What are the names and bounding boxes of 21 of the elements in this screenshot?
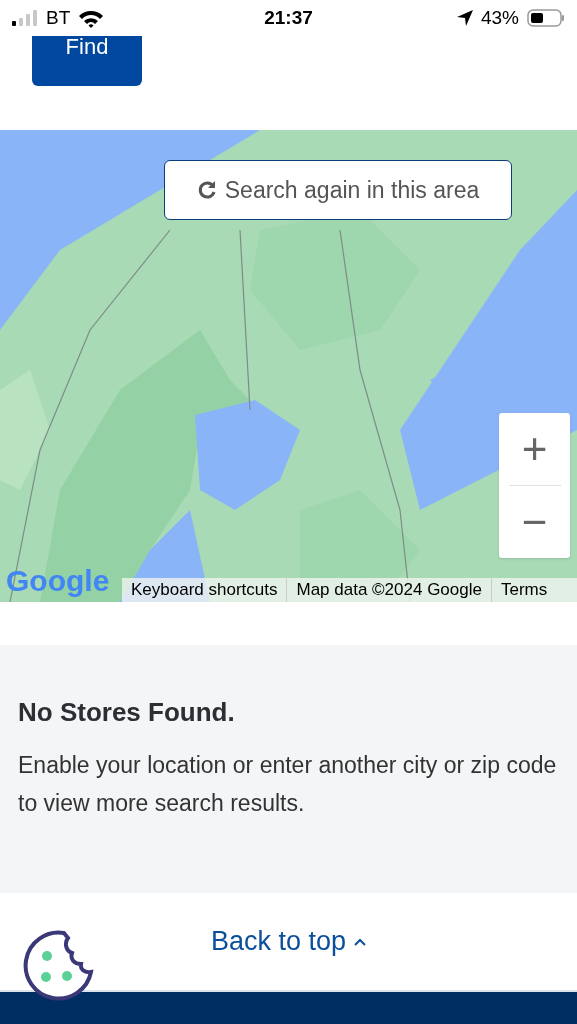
back-to-top-link[interactable]: Back to top [210, 921, 367, 962]
battery-percentage: 43% [480, 5, 519, 30]
zoom-out-button[interactable]: − [499, 486, 570, 558]
clock-time: 21:37 [263, 5, 314, 30]
results-message: Enable your location or enter another city or zip code to view more search results. [18, 751, 558, 818]
location-arrow-icon [456, 10, 473, 26]
battery-icon [527, 9, 565, 27]
attribution-link[interactable]: Map data ©2024 Google [286, 577, 491, 602]
carrier-name: BT [46, 5, 71, 30]
chevron-up-icon [354, 937, 367, 946]
refresh-icon [196, 180, 217, 200]
cookie-icon[interactable] [22, 929, 96, 1001]
attribution-link[interactable]: Terms [490, 577, 557, 602]
find-button[interactable]: Find [32, 36, 142, 86]
wifi-icon [78, 8, 105, 28]
zoom-in-button[interactable]: + [499, 413, 570, 485]
results-title: No Stores Found. [18, 696, 236, 729]
attribution-link[interactable]: Keyboard shortcuts [122, 577, 287, 602]
google-logo: Google [6, 563, 110, 599]
signal-icon [12, 10, 38, 26]
search-again-button[interactable]: Search again in this area [164, 160, 512, 220]
